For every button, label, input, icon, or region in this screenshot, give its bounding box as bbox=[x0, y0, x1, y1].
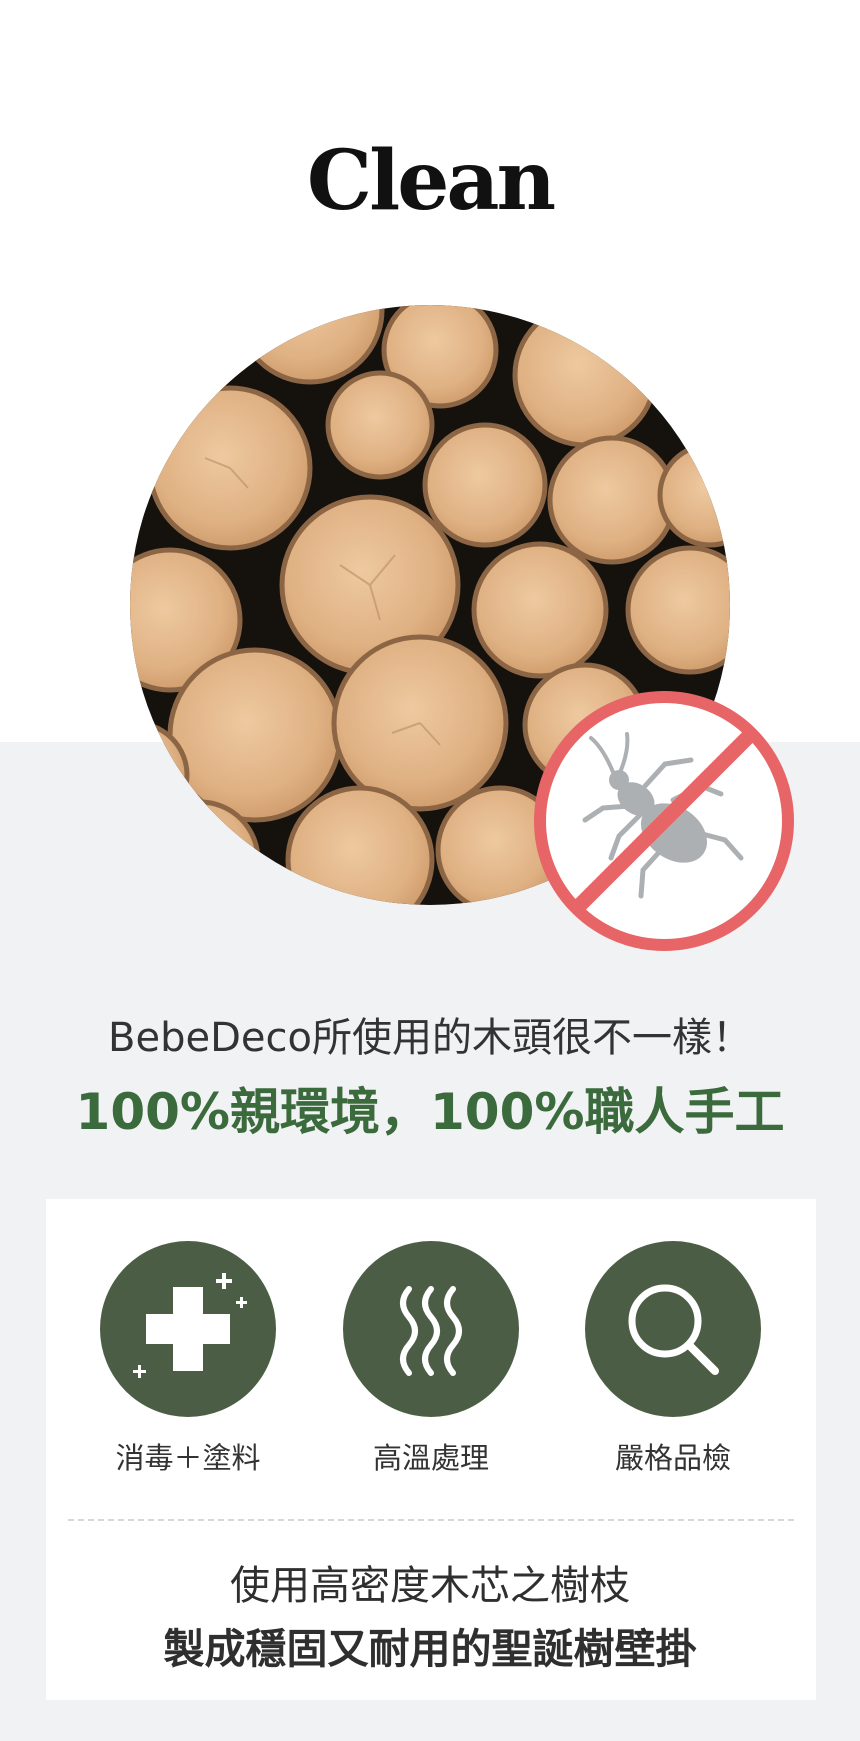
dashed-divider bbox=[68, 1519, 794, 1521]
medical-cross-icon bbox=[100, 1241, 276, 1417]
feature-label: 消毒＋塗料 bbox=[115, 1441, 261, 1475]
headline-text: 100%親環境，100%職人手工 bbox=[75, 1083, 785, 1141]
page-title: Clean bbox=[306, 133, 556, 229]
magnifier-icon bbox=[585, 1241, 761, 1417]
description-line-1: 使用高密度木芯之樹枝 bbox=[230, 1563, 630, 1609]
heat-waves-icon bbox=[343, 1241, 519, 1417]
description-line-2: 製成穩固又耐用的聖誕樹壁掛 bbox=[163, 1625, 697, 1673]
feature-label: 嚴格品檢 bbox=[614, 1441, 731, 1475]
feature-heat-treatment: 高溫處理 bbox=[341, 1241, 521, 1477]
no-bug-icon bbox=[534, 691, 794, 951]
feature-disinfect: 消毒＋塗料 bbox=[98, 1241, 278, 1477]
feature-label: 高溫處理 bbox=[372, 1441, 489, 1475]
intro-text: BebeDeco所使用的木頭很不一樣！ bbox=[108, 1015, 752, 1061]
feature-quality-check: 嚴格品檢 bbox=[583, 1241, 763, 1477]
